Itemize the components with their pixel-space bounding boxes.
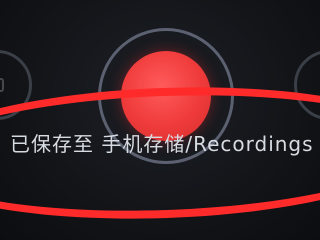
stop-icon — [0, 78, 4, 92]
right-control-button[interactable] — [294, 50, 320, 120]
recorder-screen: 已保存至 手机存储/Recordings — [0, 0, 320, 240]
saved-location-message: 已保存至 手机存储/Recordings — [10, 132, 314, 156]
left-control-button[interactable] — [0, 50, 32, 120]
